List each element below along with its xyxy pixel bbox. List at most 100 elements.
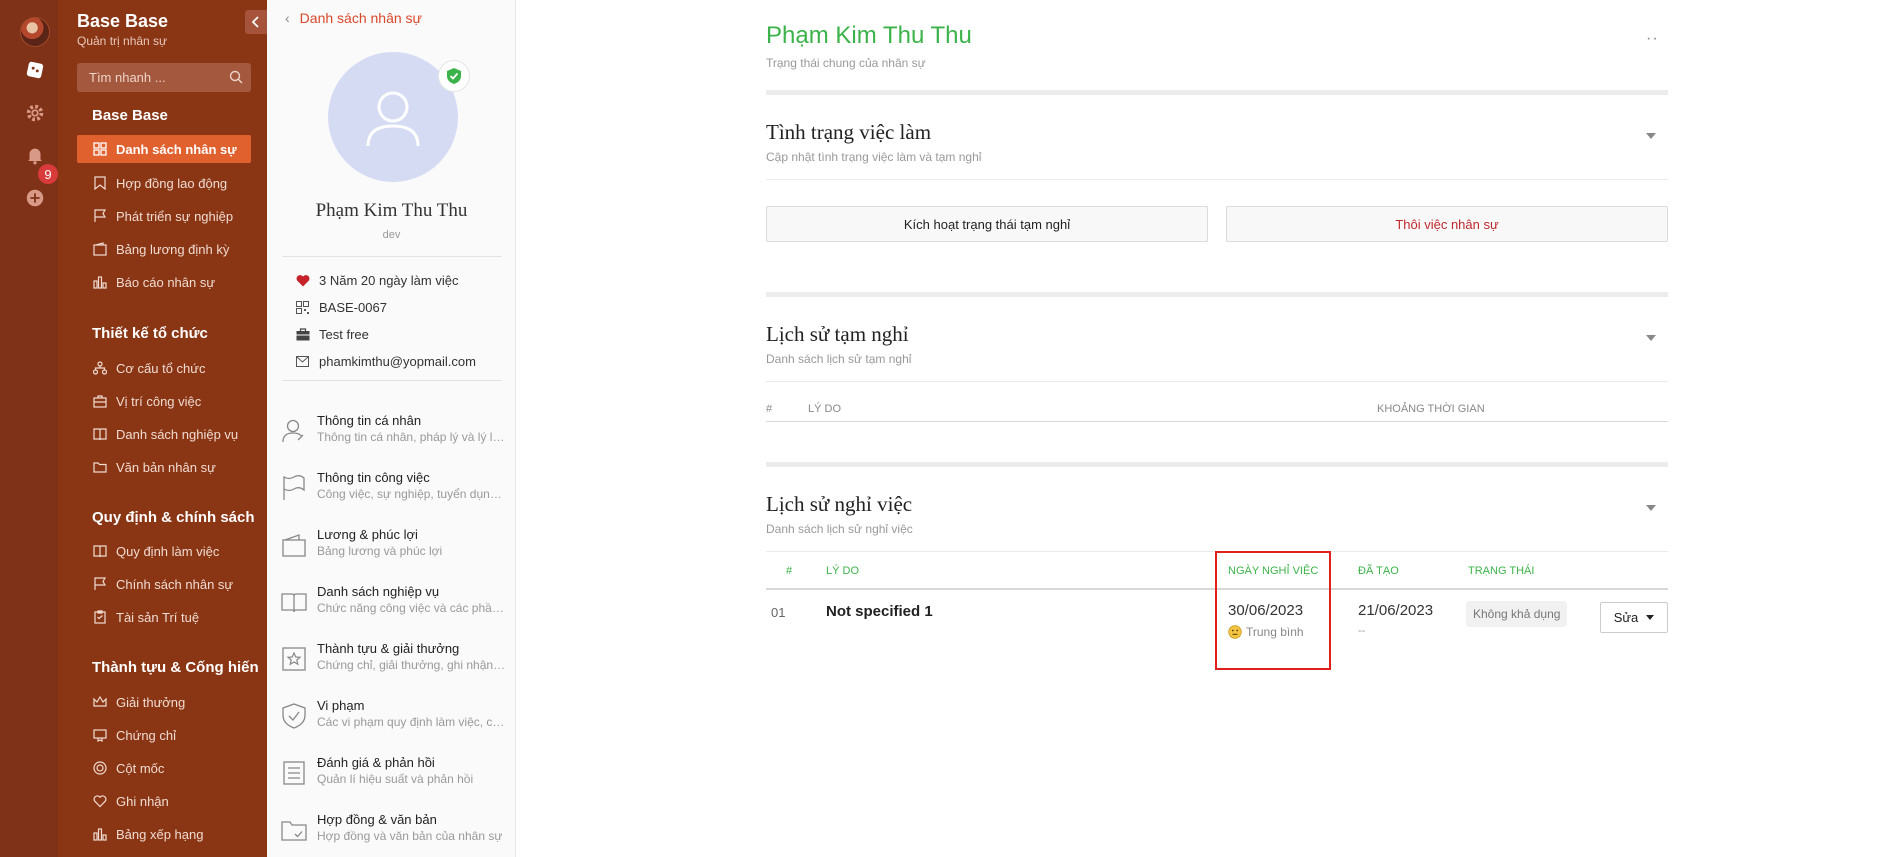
menu-subtitle: Hợp đồng và văn bản của nhân sự: [317, 829, 503, 843]
employment-status-subtitle: Cập nhật tình trạng việc làm và tạm nghỉ: [766, 150, 982, 164]
highlight-box: [1215, 551, 1331, 670]
bar-chart-icon: [93, 275, 108, 290]
menu-work-info[interactable]: Thông tin công việc Công việc, sự nghiệp…: [280, 470, 507, 520]
nav-item-recognition[interactable]: Ghi nhận: [77, 787, 251, 815]
nav-item-label: Phát triển sự nghiệp: [116, 208, 234, 224]
menu-salary-benefits[interactable]: Lương & phúc lợi Bảng lương và phúc lợi: [280, 527, 506, 577]
menu-reviews[interactable]: Đánh giá & phản hồi Quản lí hiệu suất và…: [280, 755, 506, 805]
shield-check-icon: [280, 702, 308, 730]
user-icon: [366, 91, 420, 147]
edit-label: Sửa: [1613, 610, 1639, 625]
chevron-down-icon[interactable]: [1646, 335, 1656, 341]
leave-history-subtitle: Danh sách lịch sử tạm nghỉ: [766, 352, 912, 366]
edit-dropdown-button[interactable]: Sửa: [1600, 602, 1668, 633]
menu-subtitle: Chức năng công việc và các phần...: [317, 601, 507, 615]
quick-search-input[interactable]: Tìm nhanh ...: [77, 63, 251, 92]
nav-item-org-structure[interactable]: Cơ cấu tổ chức: [77, 354, 251, 382]
nav-item-labor-contract[interactable]: Hợp đồng lao động: [77, 169, 251, 197]
menu-title: Đánh giá & phản hồi: [317, 755, 435, 770]
employee-code: BASE-0067: [319, 300, 387, 315]
chevron-down-icon[interactable]: [1646, 505, 1656, 511]
search-placeholder: Tìm nhanh ...: [89, 70, 166, 85]
nav-item-label: Tài sản Trí tuệ: [116, 609, 200, 625]
column-header-period: KHOẢNG THỜI GIAN: [1377, 403, 1485, 415]
briefcase-icon: [296, 328, 310, 341]
mail-icon: [296, 356, 310, 367]
resign-history-title: Lịch sử nghỉ việc: [766, 492, 913, 516]
nav-item-payroll[interactable]: Bảng lương định kỳ: [77, 235, 251, 263]
menu-personal-info[interactable]: Thông tin cá nhân Thông tin cá nhân, phá…: [280, 413, 507, 463]
notification-badge: 9: [38, 164, 58, 184]
divider: [766, 421, 1668, 422]
leave-history-title: Lịch sử tạm nghỉ: [766, 322, 909, 346]
menu-violations[interactable]: Vi phạm Các vi phạm quy định làm việc, c…: [280, 698, 507, 748]
section-divider: [766, 292, 1668, 297]
nav-section-title: Thiết kế tổ chức: [92, 325, 208, 342]
column-header-number: #: [786, 565, 793, 577]
employment-status-title: Tình trạng việc làm: [766, 120, 932, 144]
menu-title: Danh sách nghiệp vụ: [317, 584, 440, 599]
nav-item-label: Hợp đồng lao động: [116, 175, 228, 191]
search-icon: [229, 70, 243, 84]
add-circle-icon[interactable]: [23, 186, 47, 210]
nav-item-hr-report[interactable]: Báo cáo nhân sự: [77, 268, 251, 296]
flag-icon: [93, 209, 108, 224]
profile-panel: ‹ Danh sách nhân sự Phạm Kim Thu Thu dev…: [267, 0, 516, 857]
menu-title: Thông tin công việc: [317, 470, 430, 485]
nav-item-label: Bảng lương định kỳ: [116, 241, 230, 257]
menu-achievements[interactable]: Thành tựu & giải thưởng Chứng chỉ, giải …: [280, 641, 507, 691]
menu-title: Lương & phúc lợi: [317, 527, 418, 542]
terminate-employee-button[interactable]: Thôi việc nhân sự: [1226, 206, 1668, 242]
chevron-down-icon[interactable]: [1646, 133, 1656, 139]
tenure-text: 3 Năm 20 ngày làm việc: [319, 273, 459, 288]
nav-item-certificates[interactable]: Chứng chỉ: [77, 721, 251, 749]
bookmark-icon: [93, 176, 108, 191]
menu-subtitle: Công việc, sự nghiệp, tuyển dụng ...: [317, 487, 507, 501]
flag-icon: [280, 474, 308, 502]
menu-subtitle: Chứng chỉ, giải thưởng, ghi nhận v...: [317, 658, 507, 672]
nav-item-business-list[interactable]: Danh sách nghiệp vụ: [77, 420, 251, 448]
chevron-left-icon: ‹: [285, 10, 290, 26]
back-label: Danh sách nhân sự: [299, 10, 422, 26]
back-to-employee-list-link[interactable]: ‹ Danh sách nhân sự: [285, 10, 422, 26]
brand-subtitle: Quản trị nhân sự: [77, 34, 168, 48]
nav-item-employee-list[interactable]: Danh sách nhân sự: [77, 135, 251, 163]
org-chart-icon: [93, 361, 108, 376]
bell-icon[interactable]: [23, 143, 47, 167]
activate-leave-button[interactable]: Kích hoạt trạng thái tạm nghỉ: [766, 206, 1208, 242]
page-title: Phạm Kim Thu Thu: [766, 22, 972, 49]
brand-name: Base Base: [77, 11, 169, 31]
nav-item-label: Báo cáo nhân sự: [116, 274, 216, 290]
menu-subtitle: Quản lí hiệu suất và phản hồi: [317, 772, 474, 786]
nav-item-milestones[interactable]: Cột mốc: [77, 754, 251, 782]
menu-subtitle: Các vi phạm quy định làm việc, ch...: [317, 715, 507, 729]
more-options-icon[interactable]: ··: [1646, 30, 1659, 48]
nav-item-awards[interactable]: Giải thưởng: [77, 688, 251, 716]
nav-item-label: Chứng chỉ: [116, 727, 177, 743]
nav-item-leaderboard[interactable]: Bảng xếp hạng: [77, 820, 251, 848]
nav-item-hr-documents[interactable]: Văn bản nhân sự: [77, 453, 251, 481]
menu-contracts[interactable]: Hợp đồng & văn bản Hợp đồng và văn bản c…: [280, 812, 506, 857]
user-avatar[interactable]: [20, 17, 50, 47]
nav-item-hr-policy[interactable]: Chính sách nhân sự: [77, 570, 251, 598]
heart-icon: [296, 274, 310, 287]
caret-down-icon: [1646, 615, 1655, 620]
resign-history-subtitle: Danh sách lịch sử nghỉ việc: [766, 522, 913, 536]
nav-item-intellectual-property[interactable]: Tài sản Trí tuệ: [77, 603, 251, 631]
home-icon[interactable]: [23, 58, 47, 82]
menu-subtitle: Bảng lương và phúc lợi: [317, 544, 443, 558]
column-header-created: ĐÃ TẠO: [1358, 565, 1399, 577]
folder-icon: [280, 816, 308, 844]
nav-section-title: Base Base: [92, 107, 168, 124]
nav-item-job-position[interactable]: Vị trí công việc: [77, 387, 251, 415]
collapse-sidebar-button[interactable]: [245, 10, 267, 34]
status-badge: Không khả dụng: [1466, 601, 1568, 627]
gear-icon[interactable]: [23, 101, 47, 125]
nav-item-label: Cơ cấu tổ chức: [116, 360, 206, 376]
menu-business-list[interactable]: Danh sách nghiệp vụ Chức năng công việc …: [280, 584, 507, 634]
menu-title: Hợp đồng & văn bản: [317, 812, 437, 827]
nav-item-label: Danh sách nhân sự: [116, 141, 237, 157]
nav-item-work-rules[interactable]: Quy định làm việc: [77, 537, 251, 565]
nav-item-career-development[interactable]: Phát triển sự nghiệp: [77, 202, 251, 230]
nav-sidebar: Base Base Quản trị nhân sự Tìm nhanh ...…: [58, 0, 267, 857]
